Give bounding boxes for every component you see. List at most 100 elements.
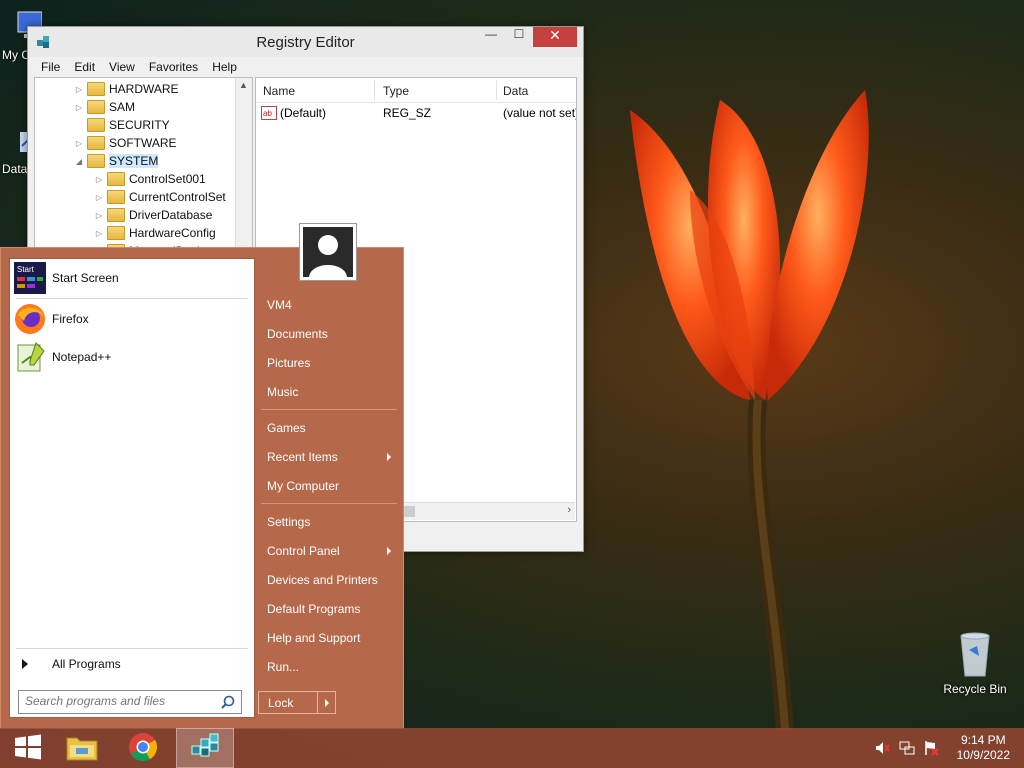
expand-arrow-icon[interactable]: ▷ [73, 139, 85, 148]
expand-arrow-icon[interactable]: ▷ [73, 85, 85, 94]
menu-help[interactable]: Help [205, 57, 244, 77]
minimize-button[interactable]: — [478, 27, 504, 47]
volume-muted-icon[interactable] [874, 740, 890, 759]
expand-arrow-icon[interactable]: ▷ [93, 211, 105, 220]
title-bar[interactable]: Registry Editor — ☐ ✕ [28, 27, 583, 57]
taskbar-file-explorer[interactable] [56, 728, 108, 768]
user-icon [303, 227, 353, 277]
folder-icon [87, 136, 105, 150]
svg-text:ab: ab [263, 109, 272, 118]
column-header-data[interactable]: Data [503, 84, 528, 98]
start-item-run[interactable]: Run... [259, 655, 399, 679]
menu-favorites[interactable]: Favorites [142, 57, 205, 77]
close-button[interactable]: ✕ [533, 27, 577, 47]
programs-pane: Start Start Screen Firefox Notepad++ All… [9, 258, 255, 718]
start-item-music[interactable]: Music [259, 380, 399, 404]
all-programs-label: All Programs [52, 657, 121, 671]
tree-node-controlset001[interactable]: ▷ ControlSet001 [93, 170, 206, 188]
start-item-devices-and-printers[interactable]: Devices and Printers [259, 568, 399, 592]
value-data: (value not set) [503, 106, 577, 120]
tree-node-software[interactable]: ▷ SOFTWARE [73, 134, 177, 152]
expand-arrow-icon[interactable]: ▷ [73, 103, 85, 112]
expand-arrow-icon[interactable]: ▷ [93, 193, 105, 202]
avatar[interactable] [299, 223, 357, 281]
tree-node-hardwareconfig[interactable]: ▷ HardwareConfig [93, 224, 216, 242]
folder-open-icon [87, 154, 105, 168]
wallpaper-flower [630, 90, 869, 730]
start-item-vm4[interactable]: VM4 [259, 293, 399, 317]
folder-icon [87, 100, 105, 114]
system-clock[interactable]: 9:14 PM 10/9/2022 [957, 733, 1010, 763]
firefox-icon [14, 303, 46, 335]
collapse-arrow-icon[interactable]: ◢ [73, 157, 85, 166]
folder-icon [107, 226, 125, 240]
program-notepad-plus-plus[interactable]: Notepad++ [14, 340, 111, 374]
program-firefox[interactable]: Firefox [14, 302, 89, 336]
lock-button[interactable]: Lock [258, 691, 336, 714]
file-explorer-icon [65, 732, 99, 765]
notepad-plus-plus-icon [14, 341, 46, 373]
desktop-icon-label: Recycle Bin [943, 682, 1007, 696]
scroll-right-icon[interactable]: › [567, 504, 571, 516]
tree-vertical-scrollbar[interactable]: ▲ [235, 78, 252, 252]
start-menu: Start Start Screen Firefox Notepad++ All… [0, 247, 404, 729]
play-arrow-icon [22, 659, 28, 669]
column-header-name[interactable]: Name [263, 84, 295, 98]
lock-label: Lock [268, 695, 294, 710]
start-item-control-panel[interactable]: Control Panel [259, 539, 399, 563]
table-row[interactable]: ab (Default) REG_SZ (value not set) [256, 104, 576, 122]
maximize-button[interactable]: ☐ [506, 27, 532, 47]
action-center-flag-icon[interactable] [923, 740, 939, 759]
start-item-documents[interactable]: Documents [259, 322, 399, 346]
tree-node-system[interactable]: ◢ SYSTEM [73, 152, 159, 170]
start-item-pictures[interactable]: Pictures [259, 351, 399, 375]
menu-edit[interactable]: Edit [67, 57, 102, 77]
search-input[interactable] [19, 691, 215, 711]
expand-arrow-icon[interactable]: ▷ [93, 229, 105, 238]
start-icon [14, 734, 42, 763]
all-programs-button[interactable]: All Programs [18, 657, 121, 671]
clock-date: 10/9/2022 [956, 748, 1010, 762]
program-label: Start Screen [52, 271, 119, 285]
power-options-arrow-icon[interactable] [316, 692, 335, 713]
start-item-settings[interactable]: Settings [259, 510, 399, 534]
registry-editor-icon [190, 732, 220, 765]
scroll-up-icon[interactable]: ▲ [239, 80, 248, 90]
column-header-type[interactable]: Type [383, 84, 409, 98]
program-start-screen[interactable]: Start Start Screen [14, 261, 119, 295]
folder-icon [87, 118, 105, 132]
start-item-default-programs[interactable]: Default Programs [259, 597, 399, 621]
menu-file[interactable]: File [34, 57, 67, 77]
registry-tree[interactable]: ▷ HARDWARE ▷ SAM SECURITY ▷ SOFTWARE ◢ SYSTE… [34, 77, 253, 253]
value-type: REG_SZ [383, 106, 432, 120]
search-box[interactable] [18, 690, 242, 714]
start-item-games[interactable]: Games [259, 416, 399, 440]
clock-time: 9:14 PM [960, 733, 1006, 747]
program-label: Firefox [52, 312, 89, 326]
start-item-recent-items[interactable]: Recent Items [259, 445, 399, 469]
value-name: (Default) [280, 106, 327, 120]
tree-node-hardware[interactable]: ▷ HARDWARE [73, 80, 179, 98]
start-button[interactable] [0, 728, 56, 768]
submenu-arrow-icon [387, 547, 391, 555]
taskbar: 9:14 PM 10/9/2022 [0, 728, 1024, 768]
start-item-my-computer[interactable]: My Computer [259, 474, 399, 498]
search-icon[interactable] [221, 695, 235, 712]
tree-node-currentcontrolset[interactable]: ▷ CurrentControlSet [93, 188, 226, 206]
expand-arrow-icon[interactable]: ▷ [93, 175, 105, 184]
taskbar-registry-editor[interactable] [176, 728, 234, 768]
start-item-help-and-support[interactable]: Help and Support [259, 626, 399, 650]
submenu-arrow-icon [387, 453, 391, 461]
folder-icon [107, 190, 125, 204]
list-header: Name Type Data [256, 78, 576, 103]
tree-node-security[interactable]: SECURITY [73, 116, 170, 134]
taskbar-chrome[interactable] [115, 728, 171, 768]
chrome-icon [128, 732, 158, 765]
desktop-icon-recycle-bin[interactable]: Recycle Bin [940, 630, 1010, 696]
tree-node-sam[interactable]: ▷ SAM [73, 98, 135, 116]
folder-icon [87, 82, 105, 96]
tree-node-driverdatabase[interactable]: ▷ DriverDatabase [93, 206, 212, 224]
network-icon[interactable] [899, 740, 915, 759]
close-icon: ✕ [549, 27, 561, 43]
menu-view[interactable]: View [102, 57, 142, 77]
